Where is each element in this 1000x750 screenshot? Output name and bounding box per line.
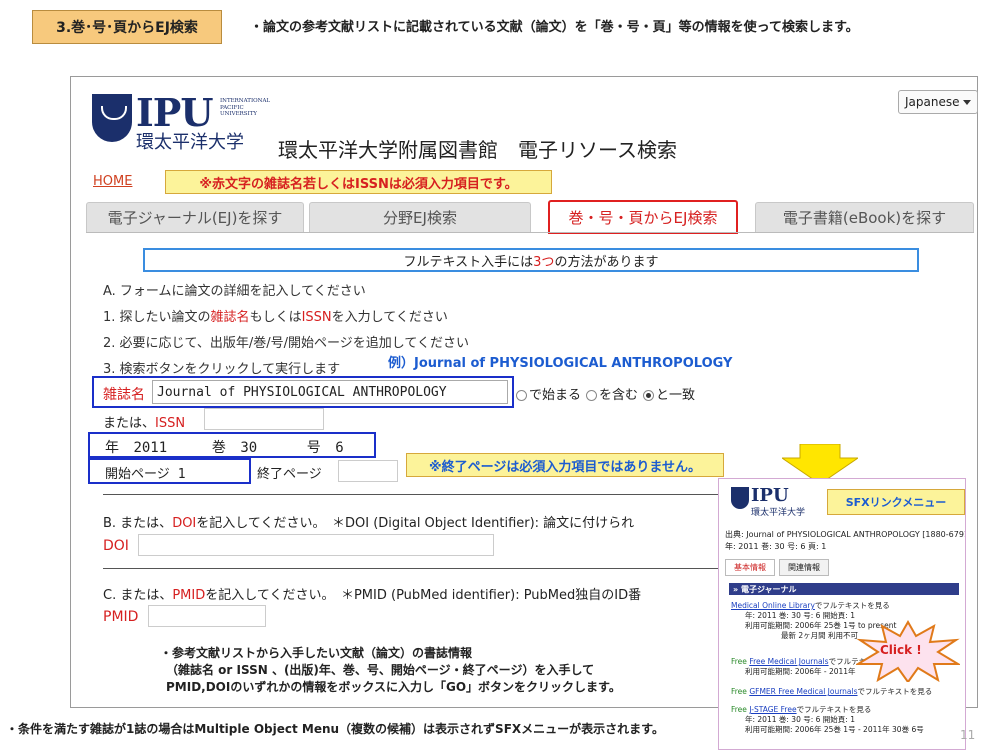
end-page-note: ※終了ページは必須入力項目ではありません。 xyxy=(406,453,724,477)
logo-subtext: INTERNATIONAL PACIFIC UNIVERSITY xyxy=(220,98,271,117)
sfx-tab-related[interactable]: 関連情報 xyxy=(779,559,829,576)
step-2: 2. 必要に応じて、出版年/巻/号/開始ページを追加してください xyxy=(103,336,469,351)
ipu-logo[interactable]: IPU INTERNATIONAL PACIFIC UNIVERSITY 環太平… xyxy=(90,90,280,153)
citation-fields: 年 2011 巻 30 号 6 xyxy=(105,437,375,457)
instruction-notes: ・参考文献リストから入手したい文献（論文）の書誌情報 （雑誌名 or ISSN … xyxy=(160,646,621,694)
section-b: B. または、DOIを記入してください。 ＊DOI (Digital Objec… xyxy=(103,516,635,531)
radio-starts-with[interactable]: で始まる xyxy=(516,384,581,403)
info-banner: フルテキスト入手には 3つ の方法があります xyxy=(143,248,919,272)
doi-input[interactable] xyxy=(138,534,494,556)
year-input[interactable]: 2011 xyxy=(133,440,203,456)
pmid-label: PMID xyxy=(103,609,139,625)
divider xyxy=(103,568,723,569)
home-link[interactable]: HOME xyxy=(93,174,132,189)
journal-input[interactable]: Journal of PHYSIOLOGICAL ANTHROPOLOGY xyxy=(152,380,508,404)
step-3: 3. 検索ボタンをクリックして実行します xyxy=(103,362,341,377)
tab-ebook[interactable]: 電子書籍(eBook)を探す xyxy=(755,202,974,232)
tab-field-ej[interactable]: 分野EJ検索 xyxy=(309,202,531,232)
sfx-logo: IPU 環太平洋大学 xyxy=(729,485,819,518)
example-label: 例）Journal of PHYSIOLOGICAL ANTHROPOLOGY xyxy=(388,356,733,371)
sfx-tab-basic[interactable]: 基本情報 xyxy=(725,559,775,576)
journal-label: 雑誌名 xyxy=(103,387,145,403)
radio-contains[interactable]: を含む xyxy=(586,384,638,403)
required-note: ※赤文字の雑誌名若しくはISSNは必須入力項目です。 xyxy=(165,170,552,194)
issn-label: または、ISSN xyxy=(103,416,186,431)
match-options: で始まる を含む と一致 xyxy=(516,384,695,403)
section-c: C. または、PMIDを記入してください。 ＊PMID (PubMed iden… xyxy=(103,588,642,603)
page-title: 環太平洋大学附属図書館 電子リソース検索 xyxy=(278,138,677,162)
footer-note: ・条件を満たす雑誌が1誌の場合はMultiple Object Menu（複数の… xyxy=(6,722,664,736)
start-page-input[interactable]: 1 xyxy=(178,467,186,482)
year-label: 年 xyxy=(105,440,119,456)
shield-icon xyxy=(731,487,749,509)
sfx-link[interactable]: J-STAGE Free xyxy=(749,705,796,714)
start-page: 開始ページ 1 xyxy=(105,467,186,482)
issue-label: 号 xyxy=(306,440,321,456)
sfx-tag: SFXリンクメニュー xyxy=(827,489,965,515)
sfx-item: Free GFMER Free Medical Journalsでフルテキストを… xyxy=(731,687,933,696)
sfx-link[interactable]: Medical Online Library xyxy=(731,601,815,610)
tab-ej[interactable]: 電子ジャーナル(EJ)を探す xyxy=(86,202,304,232)
step-a: A. フォームに論文の詳細を記入してください xyxy=(103,284,366,299)
issn-input[interactable] xyxy=(204,408,324,430)
end-page-input[interactable] xyxy=(338,460,398,482)
sfx-source: 出典: Journal of PHYSIOLOGICAL ANTHROPOLOG… xyxy=(725,530,966,551)
sfx-tabs: 基本情報 関連情報 xyxy=(725,559,829,576)
step-1: 1. 探したい論文の雑誌名もしくはISSNを入力してください xyxy=(103,310,448,325)
chevron-down-icon xyxy=(963,100,971,105)
logo-kanji: 環太平洋大学 xyxy=(136,132,244,153)
slide-description: ・論文の参考文献リストに記載されている文献（論文）を「巻・号・頁」等の情報を使っ… xyxy=(250,20,859,35)
sfx-menu-inset: IPU 環太平洋大学 SFXリンクメニュー 出典: Journal of PHY… xyxy=(718,478,966,750)
language-select[interactable]: Japanese xyxy=(898,90,978,114)
radio-exact[interactable]: と一致 xyxy=(643,384,695,403)
tab-citation[interactable]: 巻・号・頁からEJ検索 xyxy=(548,200,738,234)
volume-label: 巻 xyxy=(211,440,226,456)
tabs-divider xyxy=(86,232,974,233)
sfx-item: Free J-STAGE Freeでフルテキストを見る 年: 2011 巻: 3… xyxy=(731,705,924,734)
volume-input[interactable]: 30 xyxy=(240,440,298,456)
sfx-section-header: » 電子ジャーナル xyxy=(729,583,959,595)
slide-tag: 3.巻･号･頁からEJ検索 xyxy=(32,10,222,44)
sfx-link[interactable]: GFMER Free Medical Journals xyxy=(749,687,857,696)
page-number: 11 xyxy=(960,728,976,742)
end-page-label: 終了ページ xyxy=(257,467,322,482)
click-label: Click ! xyxy=(880,643,922,657)
doi-label: DOI xyxy=(103,538,129,554)
pmid-input[interactable] xyxy=(148,605,266,627)
divider xyxy=(103,494,723,495)
shield-icon xyxy=(92,94,132,142)
sfx-link[interactable]: Free Medical Journals xyxy=(749,657,828,666)
issue-input[interactable]: 6 xyxy=(335,440,375,456)
